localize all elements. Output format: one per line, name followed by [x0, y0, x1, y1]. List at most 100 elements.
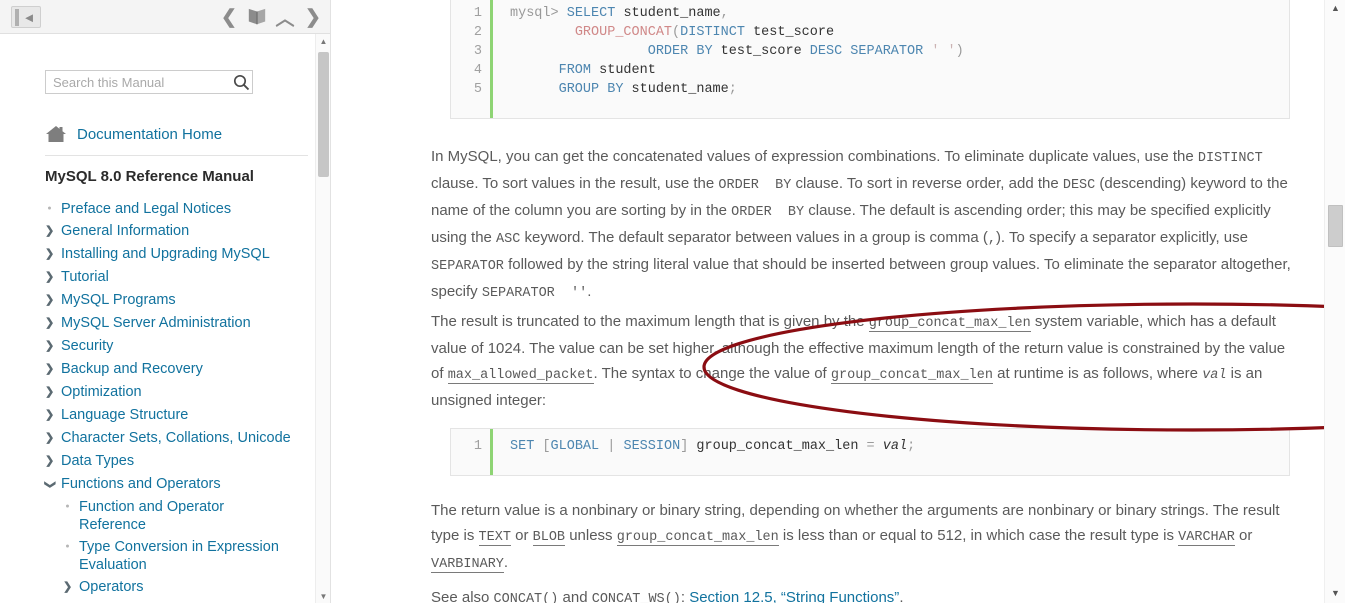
chevron-right-icon[interactable]: ❯ [63, 578, 72, 597]
chevron-right-icon[interactable]: ❯ [45, 383, 54, 402]
sidebar-item-label: Type Conversion in Expression Evaluation [79, 539, 279, 573]
comma-literal: , [987, 232, 996, 247]
paragraph-truncation-max-len: The result is truncated to the maximum l… [431, 313, 1286, 409]
main-content: 12345 mysql> SELECT student_name, GROUP_… [332, 0, 1345, 603]
documentation-home-link[interactable]: Documentation Home [45, 124, 222, 144]
main-scrollbar-thumb[interactable] [1328, 205, 1343, 247]
sidebar-item-data-types[interactable]: ❯ Data Types [0, 450, 320, 473]
main-scroll-up-arrow[interactable]: ▲ [1325, 0, 1345, 16]
chevron-right-icon[interactable]: ❯ [45, 452, 54, 471]
next-page-icon[interactable]: ❯ [303, 4, 323, 30]
bullet-icon[interactable]: ● [63, 538, 72, 556]
keyword-separator-empty: SEPARATOR '' [481, 286, 588, 301]
sidebar-item-label: MySQL Programs [61, 292, 176, 308]
chevron-right-icon[interactable]: ❯ [45, 222, 54, 241]
sidebar-item-backup-and-recovery[interactable]: ❯ Backup and Recovery [0, 358, 320, 381]
sidebar-item-label: Security [61, 338, 114, 354]
sidebar-toolbar: ◄ ❮ ︿ ❯ [0, 0, 330, 34]
chevron-down-icon[interactable]: ❯ [40, 480, 59, 489]
sidebar-item-label: Functions and Operators [61, 476, 221, 492]
sidebar-item-operators[interactable]: ❯ Operators [0, 576, 320, 599]
table-of-contents: ● Preface and Legal Notices ❯ General Infor… [0, 198, 320, 599]
code-block-set-statement[interactable]: 1 SET [GLOBAL | SESSION] group_concat_ma… [450, 428, 1290, 476]
sidebar-item-general-information[interactable]: ❯ General Information [0, 220, 320, 243]
link-varbinary-type[interactable]: VARBINARY [431, 557, 504, 573]
prev-page-icon[interactable]: ❮ [219, 4, 239, 30]
sidebar-item-mysql-server-administration[interactable]: ❯ MySQL Server Administration [0, 312, 320, 335]
sidebar-item-language-structure[interactable]: ❯ Language Structure [0, 404, 320, 427]
book-icon[interactable] [247, 4, 267, 30]
keyword-order-by-2: ORDER BY [731, 205, 805, 220]
link-group-concat-max-len-3[interactable]: group_concat_max_len [616, 530, 779, 546]
sidebar-item-label: Data Types [61, 453, 135, 469]
paragraph-see-also: See also CONCAT() and CONCAT_WS(): Secti… [431, 585, 1311, 603]
link-string-functions-section[interactable]: Section 12.5, “String Functions” [689, 589, 899, 603]
link-group-concat-max-len-2[interactable]: group_concat_max_len [830, 368, 993, 384]
code-block-select-example[interactable]: 12345 mysql> SELECT student_name, GROUP_… [450, 0, 1290, 119]
chevron-right-icon[interactable]: ❯ [45, 291, 54, 310]
documentation-page: ◄ ❮ ︿ ❯ Search this Manual Documentation… [0, 0, 1366, 603]
code-line-numbers-2: 1 [451, 429, 493, 475]
sidebar-item-label: General Information [61, 223, 190, 239]
keyword-distinct: DISTINCT [1197, 151, 1263, 166]
paragraph-concatenated-values: In MySQL, you can get the concatenated v… [431, 148, 1291, 301]
sidebar-item-label: Tutorial [61, 269, 109, 285]
collapse-sidebar-button[interactable]: ◄ [11, 6, 41, 28]
paragraph-return-value-type: The return value is a nonbinary or binar… [431, 502, 1280, 573]
chevron-right-icon[interactable]: ❯ [45, 268, 54, 287]
sidebar-item-mysql-programs[interactable]: ❯ MySQL Programs [0, 289, 320, 312]
keyword-separator: SEPARATOR [431, 259, 504, 274]
chevron-right-icon[interactable]: ❯ [45, 360, 54, 379]
sidebar-item-label: MySQL Server Administration [61, 315, 251, 331]
link-varchar-type[interactable]: VARCHAR [1178, 530, 1235, 546]
sidebar-item-label: Character Sets, Collations, Unicode [61, 430, 291, 446]
collapse-handle-bar [15, 9, 19, 26]
keyword-order-by: ORDER BY [718, 178, 792, 193]
link-concat-function[interactable]: CONCAT() [493, 592, 559, 603]
sidebar-item-label: Installing and Upgrading MySQL [61, 246, 270, 262]
sidebar-scroll-down-arrow[interactable]: ▼ [316, 589, 330, 603]
sidebar-item-type-conversion-in-expression-evaluation[interactable]: ● Type Conversion in Expression Evaluatio… [0, 536, 320, 576]
link-text-type[interactable]: TEXT [478, 530, 511, 546]
sidebar-item-functions-and-operators[interactable]: ❯ Functions and Operators [0, 473, 320, 496]
search-icon[interactable] [231, 74, 252, 91]
link-max-allowed-packet[interactable]: max_allowed_packet [447, 368, 594, 384]
code-content-2: SET [GLOBAL | SESSION] group_concat_max_… [510, 439, 916, 454]
keyword-asc: ASC [496, 232, 521, 247]
chevron-right-icon[interactable]: ❯ [45, 429, 54, 448]
sidebar-item-function-and-operator-reference[interactable]: ● Function and Operator Reference [0, 496, 320, 536]
chevron-right-icon[interactable]: ❯ [45, 314, 54, 333]
search-input[interactable] [46, 71, 231, 93]
bullet-icon[interactable]: ● [45, 200, 54, 218]
bullet-icon[interactable]: ● [63, 498, 72, 516]
search-box[interactable] [45, 70, 253, 94]
code-content: mysql> SELECT student_name, GROUP_CONCAT… [510, 6, 964, 97]
chevron-right-icon[interactable]: ❯ [45, 245, 54, 264]
variable-val: val [1202, 368, 1227, 383]
sidebar-scrollbar[interactable]: ▲ ▼ [315, 34, 330, 603]
sidebar-item-label: Operators [79, 579, 144, 595]
sidebar-item-preface-and-legal-notices[interactable]: ● Preface and Legal Notices [0, 198, 320, 220]
sidebar-divider [45, 155, 308, 156]
documentation-home-label: Documentation Home [77, 125, 223, 143]
main-scrollbar[interactable]: ▲ ▼ [1324, 0, 1345, 603]
main-scroll-down-arrow[interactable]: ▼ [1325, 585, 1345, 601]
code-line-numbers: 12345 [451, 0, 493, 118]
sidebar-item-tutorial[interactable]: ❯ Tutorial [0, 266, 320, 289]
sidebar-item-installing-and-upgrading-mysql[interactable]: ❯ Installing and Upgrading MySQL [0, 243, 320, 266]
sidebar-item-character-sets-collations-unicode[interactable]: ❯ Character Sets, Collations, Unicode [0, 427, 320, 450]
sidebar-item-optimization[interactable]: ❯ Optimization [0, 381, 320, 404]
collapse-arrow-icon: ◄ [22, 9, 36, 25]
link-group-concat-max-len[interactable]: group_concat_max_len [868, 316, 1031, 332]
manual-title: MySQL 8.0 Reference Manual [45, 168, 254, 185]
sidebar-item-security[interactable]: ❯ Security [0, 335, 320, 358]
chevron-right-icon[interactable]: ❯ [45, 337, 54, 356]
link-concat-ws-function[interactable]: CONCAT_WS() [591, 592, 681, 603]
sidebar-scrollbar-thumb[interactable] [318, 52, 329, 177]
up-page-icon[interactable]: ︿ [275, 4, 295, 30]
link-blob-type[interactable]: BLOB [532, 530, 566, 546]
chevron-right-icon[interactable]: ❯ [45, 406, 54, 425]
sidebar-scroll-up-arrow[interactable]: ▲ [316, 34, 330, 48]
sidebar: ◄ ❮ ︿ ❯ Search this Manual Documentation… [0, 0, 331, 603]
sidebar-item-label: Optimization [61, 384, 142, 400]
